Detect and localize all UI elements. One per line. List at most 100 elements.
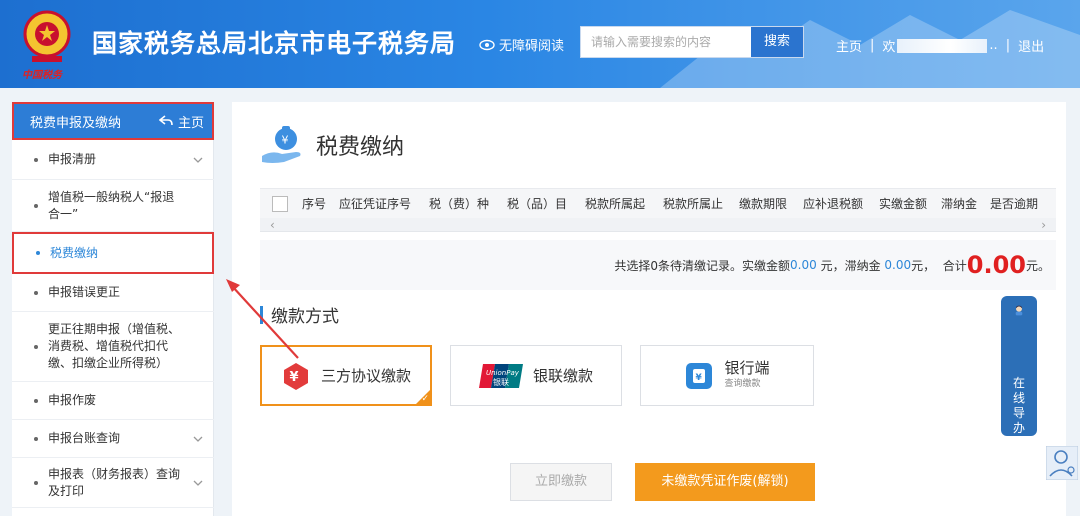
money-bag-hand-icon: ¥ bbox=[262, 126, 301, 163]
sidebar: 税费申报及缴纳 主页 申报清册 增值税一般纳税人“报退合一” 税费缴纳 申报错误… bbox=[12, 102, 214, 516]
online-guide-widget[interactable]: 在 线 导 办 bbox=[1001, 296, 1037, 436]
sidebar-item-label: 申报台账查询 bbox=[48, 431, 121, 445]
page-title-text: 税费缴纳 bbox=[316, 135, 405, 160]
page-title: ¥ 税费缴纳 bbox=[260, 124, 404, 166]
welcome-prefix: 欢 bbox=[882, 40, 896, 55]
sidebar-item-label: 增值税一般纳税人“报退合一” bbox=[48, 189, 175, 221]
search-button[interactable]: 搜索 bbox=[751, 27, 803, 57]
payment-method-label: 三方协议缴款 bbox=[320, 367, 411, 385]
customer-service-avatar-icon bbox=[1015, 305, 1023, 316]
section-accent-bar bbox=[260, 305, 263, 324]
column-header: 实缴金额 bbox=[878, 197, 927, 211]
summary-prefix: 共选择0条待清缴记录。实缴金额 bbox=[614, 258, 791, 273]
sidebar-item-ledger-query[interactable]: 申报台账查询 bbox=[12, 420, 214, 458]
blurred-username bbox=[897, 38, 988, 53]
guide-char: 办 bbox=[1012, 421, 1025, 435]
sidebar-home-label: 主页 bbox=[177, 115, 204, 131]
column-header: 应征凭证序号 bbox=[338, 197, 411, 211]
sidebar-item-error-correction[interactable]: 申报错误更正 bbox=[12, 274, 214, 312]
late-fee-amount: 0.00 bbox=[884, 258, 912, 272]
main-panel: ¥ 税费缴纳 序号 应征凭证序号 税（费）种 税（品）目 税款所属起 税款所属止… bbox=[232, 102, 1066, 516]
summary-suffix: 元。 bbox=[1025, 258, 1050, 273]
sidebar-header: 税费申报及缴纳 主页 bbox=[12, 102, 214, 140]
column-header: 税（品）目 bbox=[506, 197, 567, 211]
payment-method-sublabel: 查询缴款 bbox=[724, 378, 761, 389]
welcome-suffix: .. bbox=[989, 38, 998, 53]
site-title: 国家税务总局北京市电子税务局 bbox=[92, 29, 457, 58]
guide-char: 在 bbox=[1012, 376, 1025, 390]
chevron-down-icon bbox=[193, 480, 203, 486]
select-all-checkbox[interactable] bbox=[272, 195, 288, 212]
sidebar-item-report-print[interactable]: 申报表（财务报表）查询及打印 bbox=[12, 458, 214, 508]
column-header: 税款所属止 bbox=[662, 197, 723, 211]
sidebar-item-label: 申报表（财务报表）查询及打印 bbox=[48, 466, 181, 498]
column-header: 应补退税额 bbox=[802, 197, 863, 211]
unionpay-logo-text: UnionPay bbox=[486, 369, 520, 377]
bullet bbox=[34, 344, 38, 349]
bullet bbox=[34, 203, 38, 208]
eye-icon bbox=[479, 39, 495, 50]
payment-method-tripartite[interactable]: ¥ 三方协议缴款 ✓ bbox=[260, 345, 432, 406]
payment-method-section-title: 缴款方式 bbox=[260, 302, 339, 327]
summary-mid2: 元， 合计 bbox=[911, 258, 967, 273]
column-header: 税款所属起 bbox=[584, 197, 645, 211]
svg-text:¥: ¥ bbox=[289, 370, 298, 385]
user-accessibility-icon[interactable] bbox=[1046, 446, 1078, 480]
sidebar-item-label: 税费缴纳 bbox=[50, 245, 99, 260]
payment-method-label: 银联缴款 bbox=[532, 367, 593, 385]
search-input[interactable] bbox=[581, 27, 753, 57]
sidebar-item-past-correction[interactable]: 更正往期申报（增值税、消费税、增值税代扣代缴、扣缴企业所得税） bbox=[12, 312, 214, 382]
scroll-right-icon[interactable]: › bbox=[1041, 218, 1046, 232]
column-header: 税（费）种 bbox=[428, 197, 489, 211]
separator: | bbox=[870, 38, 875, 53]
sidebar-item-void-declaration[interactable]: 申报作废 bbox=[12, 382, 214, 420]
unionpay-logo-subtext: 银联 bbox=[493, 377, 509, 387]
sidebar-home-button[interactable]: 主页 bbox=[158, 112, 204, 131]
online-guide-label: 在 线 导 办 bbox=[1013, 376, 1025, 436]
top-links: 主页 | 欢 .. | 退出 bbox=[836, 36, 1044, 55]
section-title-text: 缴款方式 bbox=[271, 307, 339, 327]
unionpay-logo-icon: UnionPay 银联 bbox=[478, 363, 523, 388]
logout-link[interactable]: 退出 bbox=[1018, 36, 1044, 55]
sidebar-item-label: 申报错误更正 bbox=[48, 285, 121, 299]
tripartite-agreement-icon: ¥ bbox=[283, 362, 308, 390]
accessibility-label: 无障碍阅读 bbox=[499, 39, 565, 54]
bullet bbox=[34, 290, 38, 295]
column-header: 缴款期限 bbox=[738, 197, 787, 211]
guide-char: 线 bbox=[1012, 391, 1025, 405]
svg-text:¥: ¥ bbox=[282, 134, 289, 147]
bullet bbox=[34, 398, 38, 403]
emblem-caption: 中国税务 bbox=[22, 70, 62, 81]
bank-client-icon: ¥ bbox=[686, 362, 713, 389]
pay-now-button[interactable]: 立即缴款 bbox=[510, 463, 612, 501]
sidebar-header-label: 税费申报及缴纳 bbox=[30, 115, 122, 131]
sidebar-item-label: 更正往期申报（增值税、消费税、增值税代扣代缴、扣缴企业所得税） bbox=[48, 322, 181, 370]
column-header: 是否逾期 bbox=[990, 197, 1039, 211]
horizontal-scrollbar[interactable]: ‹ › bbox=[260, 218, 1056, 232]
payment-table-header: 序号 应征凭证序号 税（费）种 税（品）目 税款所属起 税款所属止 缴款期限 应… bbox=[260, 188, 1056, 218]
back-arrow-icon bbox=[158, 115, 173, 126]
chevron-down-icon bbox=[193, 157, 203, 163]
column-header: 序号 bbox=[302, 197, 327, 211]
payment-method-label: 银行端 bbox=[724, 358, 770, 377]
sidebar-item-vat-report[interactable]: 增值税一般纳税人“报退合一” bbox=[12, 180, 214, 232]
paid-amount: 0.00 bbox=[790, 258, 817, 272]
separator: | bbox=[1005, 38, 1011, 53]
accessibility-reading-link[interactable]: 无障碍阅读 bbox=[479, 35, 564, 54]
sidebar-item-declaration-list[interactable]: 申报清册 bbox=[12, 140, 214, 180]
svg-text:¥: ¥ bbox=[696, 373, 703, 383]
home-link[interactable]: 主页 bbox=[836, 36, 862, 55]
scroll-left-icon[interactable]: ‹ bbox=[270, 218, 275, 232]
sidebar-item-tax-payment[interactable]: 税费缴纳 bbox=[12, 232, 214, 274]
chevron-down-icon bbox=[193, 436, 203, 442]
sidebar-item-label: 申报清册 bbox=[48, 152, 97, 166]
bank-text: 银行端 查询缴款 bbox=[724, 360, 769, 392]
payment-method-bank[interactable]: ¥ 银行端 查询缴款 bbox=[640, 345, 814, 406]
void-unpaid-voucher-button[interactable]: 未缴款凭证作废(解锁) bbox=[635, 463, 815, 501]
payment-method-unionpay[interactable]: UnionPay 银联 银联缴款 bbox=[450, 345, 622, 406]
payment-summary: 共选择0条待清缴记录。实缴金额 0.00 元，滞纳金 0.00 元， 合计 0.… bbox=[260, 240, 1056, 290]
summary-mid1: 元，滞纳金 bbox=[816, 258, 885, 273]
search-box: 搜索 bbox=[580, 26, 804, 58]
sidebar-item-label: 申报作废 bbox=[48, 393, 97, 407]
bullet bbox=[34, 157, 38, 162]
